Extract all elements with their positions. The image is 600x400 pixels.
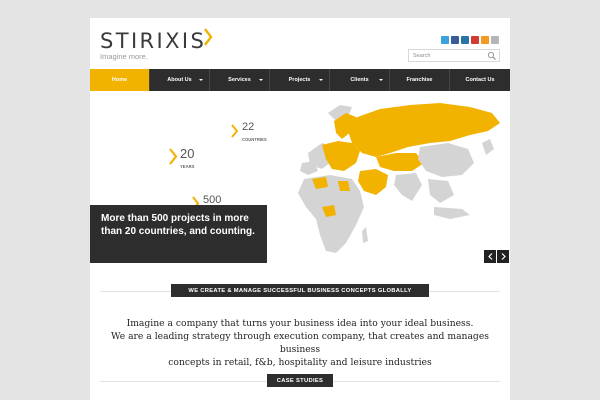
intro-text: Imagine a company that turns your busine… bbox=[90, 317, 510, 369]
slider-next-button[interactable] bbox=[497, 250, 509, 263]
facebook-icon[interactable] bbox=[451, 36, 459, 44]
section-heading: WE CREATE & MANAGE SUCCESSFUL BUSINESS C… bbox=[171, 284, 429, 297]
stat-years-label: YEARS bbox=[180, 164, 195, 169]
logo[interactable]: STIRIXIS bbox=[100, 29, 206, 53]
stat-chevron-icon bbox=[231, 124, 239, 138]
search-icon[interactable] bbox=[487, 51, 497, 61]
nav-item-label: Projects bbox=[288, 77, 311, 83]
nav-item-label: Clients bbox=[350, 77, 369, 83]
email-icon[interactable] bbox=[491, 36, 499, 44]
chevron-left-icon bbox=[487, 253, 492, 260]
stat-countries-number: 22 bbox=[242, 121, 255, 133]
nav-item-label: Home bbox=[111, 77, 128, 83]
hero-caption: More than 500 projects in more than 20 c… bbox=[90, 205, 267, 263]
nav-item-label: Services bbox=[228, 77, 251, 83]
nav-item-home[interactable]: Home bbox=[90, 69, 150, 91]
twitter-icon[interactable] bbox=[441, 36, 449, 44]
intro-line: We are a leading strategy through execut… bbox=[111, 331, 489, 355]
search-input[interactable] bbox=[409, 50, 485, 61]
caret-down-icon bbox=[319, 79, 323, 81]
tagline: Imagine more. bbox=[100, 52, 148, 61]
search-box bbox=[408, 49, 500, 62]
youtube-icon[interactable] bbox=[471, 36, 479, 44]
intro-line: Imagine a company that turns your busine… bbox=[126, 318, 474, 329]
nav-item-about-us[interactable]: About Us bbox=[150, 69, 210, 91]
rss-icon[interactable] bbox=[481, 36, 489, 44]
caret-down-icon bbox=[199, 79, 203, 81]
nav-item-clients[interactable]: Clients bbox=[330, 69, 390, 91]
nav-item-label: About Us bbox=[167, 77, 192, 83]
nav-item-label: Franchise bbox=[406, 77, 433, 83]
nav-item-franchise[interactable]: Franchise bbox=[390, 69, 450, 91]
caret-down-icon bbox=[259, 79, 263, 81]
stat-chevron-icon bbox=[169, 148, 178, 165]
main-nav: Home About Us Services Projects Clients … bbox=[90, 69, 510, 91]
nav-item-label: Contact Us bbox=[465, 77, 495, 83]
stat-countries-label: COUNTRIES bbox=[242, 137, 267, 142]
intro-line: concepts in retail, f&b, hospitality and… bbox=[168, 357, 432, 368]
caret-down-icon bbox=[379, 79, 383, 81]
case-studies-heading[interactable]: CASE STUDIES bbox=[267, 374, 333, 387]
nav-item-projects[interactable]: Projects bbox=[270, 69, 330, 91]
slider-prev-button[interactable] bbox=[484, 250, 496, 263]
hero-slider: 22 COUNTRIES 20 YEARS 500 PROJECTS More … bbox=[90, 91, 510, 263]
page-container: STIRIXIS Imagine more. Home About Us Ser… bbox=[90, 18, 510, 400]
linkedin-icon[interactable] bbox=[461, 36, 469, 44]
nav-item-contact-us[interactable]: Contact Us bbox=[450, 69, 510, 91]
logo-chevron-icon bbox=[204, 28, 213, 46]
stat-years-number: 20 bbox=[180, 146, 195, 161]
chevron-right-icon bbox=[501, 253, 506, 260]
nav-item-services[interactable]: Services bbox=[210, 69, 270, 91]
